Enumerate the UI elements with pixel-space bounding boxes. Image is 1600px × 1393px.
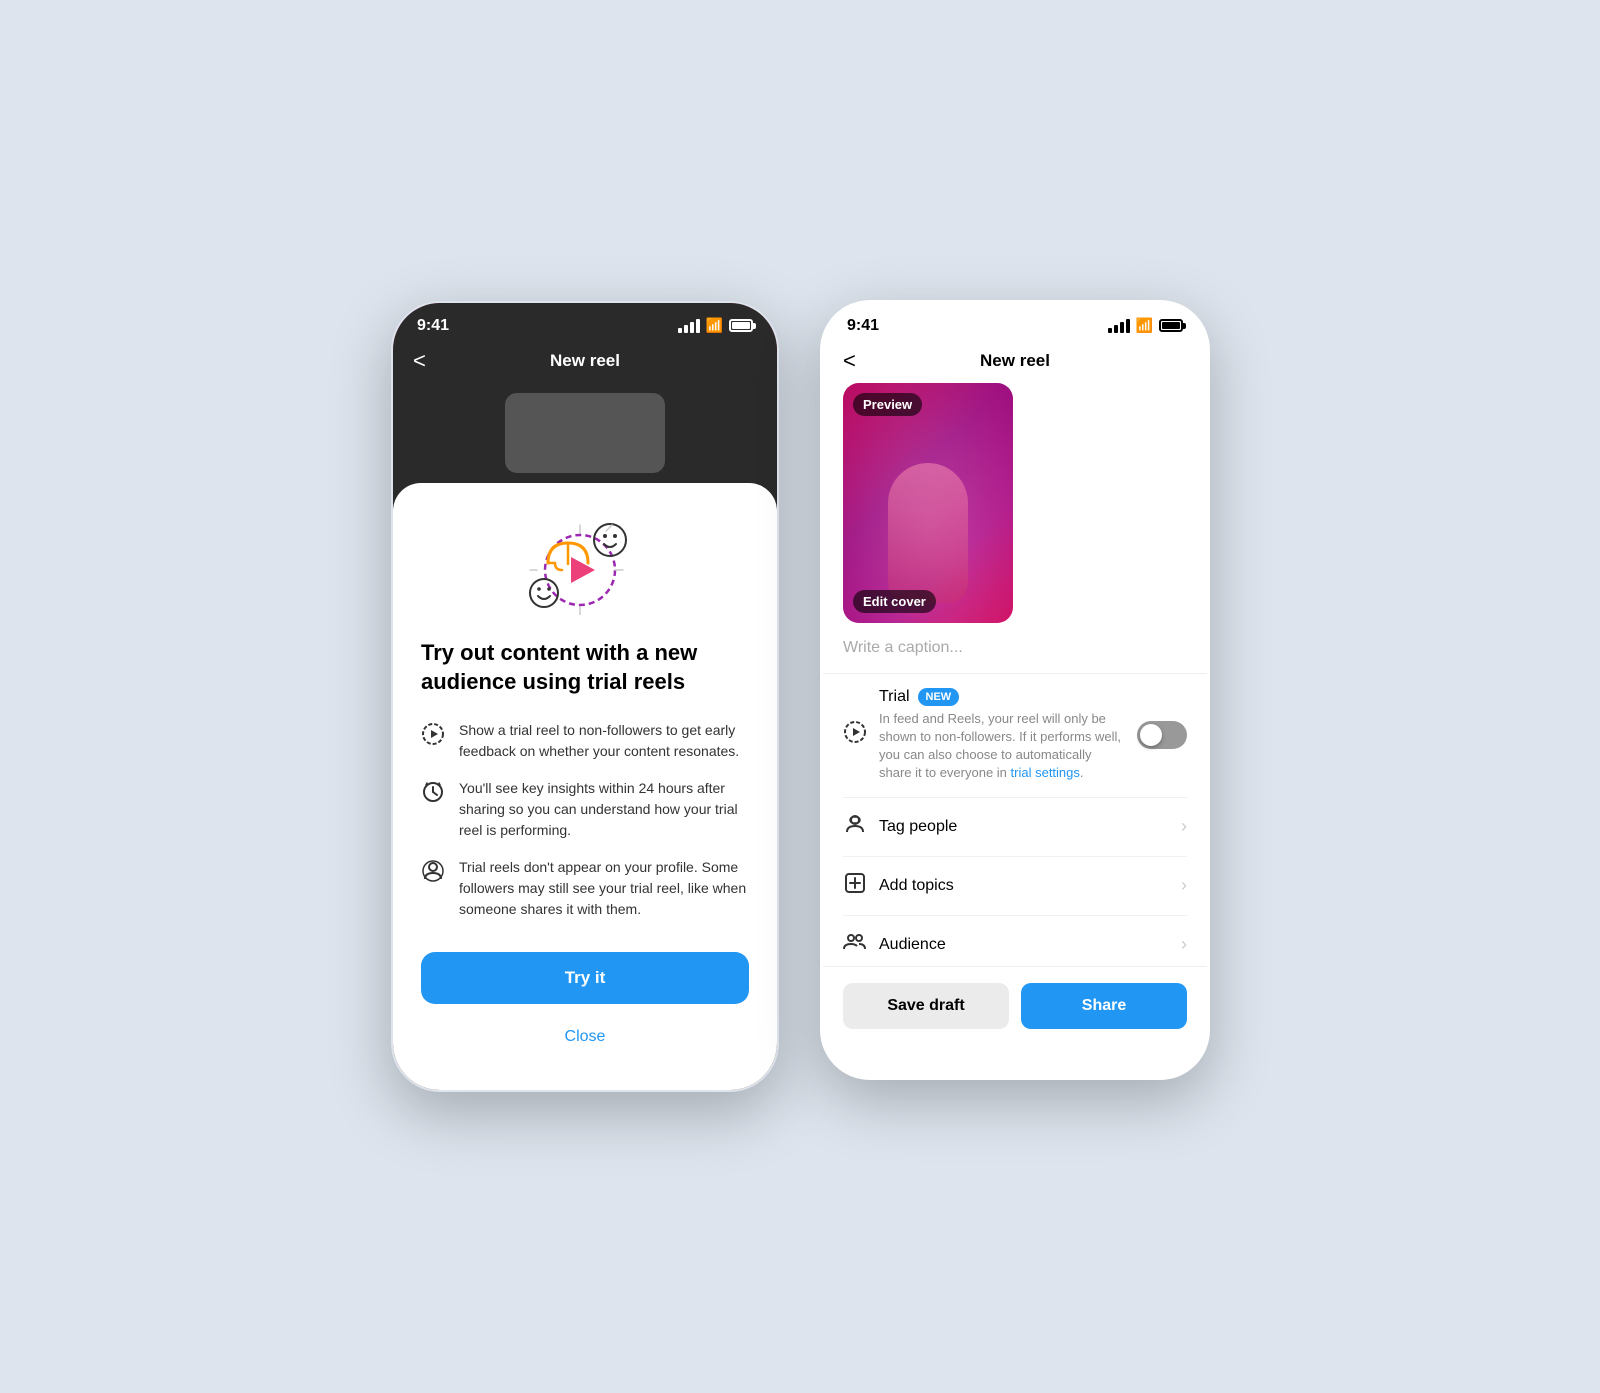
bar4	[696, 319, 700, 333]
bottom-actions: Save draft Share	[823, 966, 1207, 1045]
audience-row[interactable]: Audience ›	[843, 916, 1187, 966]
add-topics-chevron: ›	[1181, 875, 1187, 896]
add-topics-title: Add topics	[879, 877, 1169, 895]
bar1	[678, 328, 682, 333]
trial-row: Trial NEW In feed and Reels, your reel w…	[843, 674, 1187, 798]
right-bar4	[1126, 319, 1130, 333]
left-nav-title: New reel	[550, 351, 620, 371]
trial-desc: In feed and Reels, your reel will only b…	[879, 710, 1125, 783]
left-status-icons: 📶	[678, 317, 753, 334]
right-signal-bars-icon	[1108, 319, 1130, 333]
right-status-bar: 9:41 📶	[823, 303, 1207, 343]
battery-icon	[729, 319, 753, 332]
try-it-button[interactable]: Try it	[421, 952, 749, 1004]
tag-people-row[interactable]: Tag people ›	[843, 798, 1187, 857]
add-topics-content: Add topics	[879, 877, 1169, 895]
bar2	[684, 325, 688, 333]
right-bar3	[1120, 322, 1124, 333]
trial-illustration-area	[421, 515, 749, 615]
trial-icon	[843, 720, 867, 750]
signal-bars-icon	[678, 319, 700, 333]
right-nav-bar: < New reel	[823, 343, 1207, 383]
trial-modal-card: Try out content with a new audience usin…	[393, 483, 777, 1090]
share-button[interactable]: Share	[1021, 983, 1187, 1029]
right-bar2	[1114, 325, 1118, 333]
feature-icon-3	[421, 859, 445, 889]
battery-fill	[732, 322, 750, 329]
feature-text-1: Show a trial reel to non-followers to ge…	[459, 720, 749, 762]
right-phone: 9:41 📶 < New reel	[820, 300, 1210, 1080]
add-topics-icon	[843, 871, 867, 901]
right-wifi-icon: 📶	[1136, 317, 1153, 334]
feature-item-2: You'll see key insights within 24 hours …	[421, 778, 749, 841]
audience-content: Audience	[879, 936, 1169, 954]
feature-list: Show a trial reel to non-followers to ge…	[421, 720, 749, 920]
new-badge: NEW	[918, 688, 960, 706]
feature-icon-1	[421, 722, 445, 752]
caption-area[interactable]: Write a caption...	[823, 639, 1207, 674]
right-battery-icon	[1159, 319, 1183, 332]
audience-title: Audience	[879, 936, 1169, 954]
tag-people-icon	[843, 812, 867, 842]
wifi-icon: 📶	[706, 317, 723, 334]
right-back-button[interactable]: <	[843, 348, 856, 374]
trial-toggle[interactable]	[1137, 721, 1187, 749]
video-preview-container: Preview Edit cover	[823, 383, 1207, 639]
left-phone: 9:41 📶 < New reel	[390, 300, 780, 1093]
trial-illustration-svg	[520, 515, 650, 615]
feature-item-3: Trial reels don't appear on your profile…	[421, 857, 749, 920]
right-nav-title: New reel	[980, 351, 1050, 371]
trial-title: Trial NEW	[879, 688, 1125, 706]
save-draft-button[interactable]: Save draft	[843, 983, 1009, 1029]
feature-icon-2	[421, 780, 445, 810]
left-time: 9:41	[417, 317, 449, 335]
right-status-icons: 📶	[1108, 317, 1183, 334]
feature-text-3: Trial reels don't appear on your profile…	[459, 857, 749, 920]
caption-placeholder[interactable]: Write a caption...	[843, 639, 963, 656]
feature-item-1: Show a trial reel to non-followers to ge…	[421, 720, 749, 762]
bar3	[690, 322, 694, 333]
preview-badge: Preview	[853, 393, 922, 416]
audience-chevron: ›	[1181, 934, 1187, 955]
right-battery-fill	[1162, 322, 1180, 329]
trial-settings-link[interactable]: trial settings	[1011, 765, 1080, 780]
left-video-thumb	[505, 393, 665, 473]
tag-people-content: Tag people	[879, 818, 1169, 836]
feature-text-2: You'll see key insights within 24 hours …	[459, 778, 749, 841]
audience-icon	[843, 930, 867, 960]
video-preview[interactable]: Preview Edit cover	[843, 383, 1013, 623]
add-topics-row[interactable]: Add topics ›	[843, 857, 1187, 916]
right-time: 9:41	[847, 317, 879, 335]
left-video-background	[393, 383, 777, 483]
trial-content: Trial NEW In feed and Reels, your reel w…	[879, 688, 1125, 783]
modal-title: Try out content with a new audience usin…	[421, 639, 749, 696]
right-bar1	[1108, 328, 1112, 333]
left-nav-bar: < New reel	[393, 343, 777, 383]
settings-section: Trial NEW In feed and Reels, your reel w…	[823, 674, 1207, 966]
left-status-bar: 9:41 📶	[393, 303, 777, 343]
tag-people-title: Tag people	[879, 818, 1169, 836]
person-silhouette	[888, 463, 968, 603]
close-button[interactable]: Close	[421, 1020, 749, 1054]
screens-container: 9:41 📶 < New reel	[390, 300, 1210, 1093]
edit-cover-badge[interactable]: Edit cover	[853, 590, 936, 613]
tag-people-chevron: ›	[1181, 816, 1187, 837]
left-back-button[interactable]: <	[413, 348, 426, 374]
